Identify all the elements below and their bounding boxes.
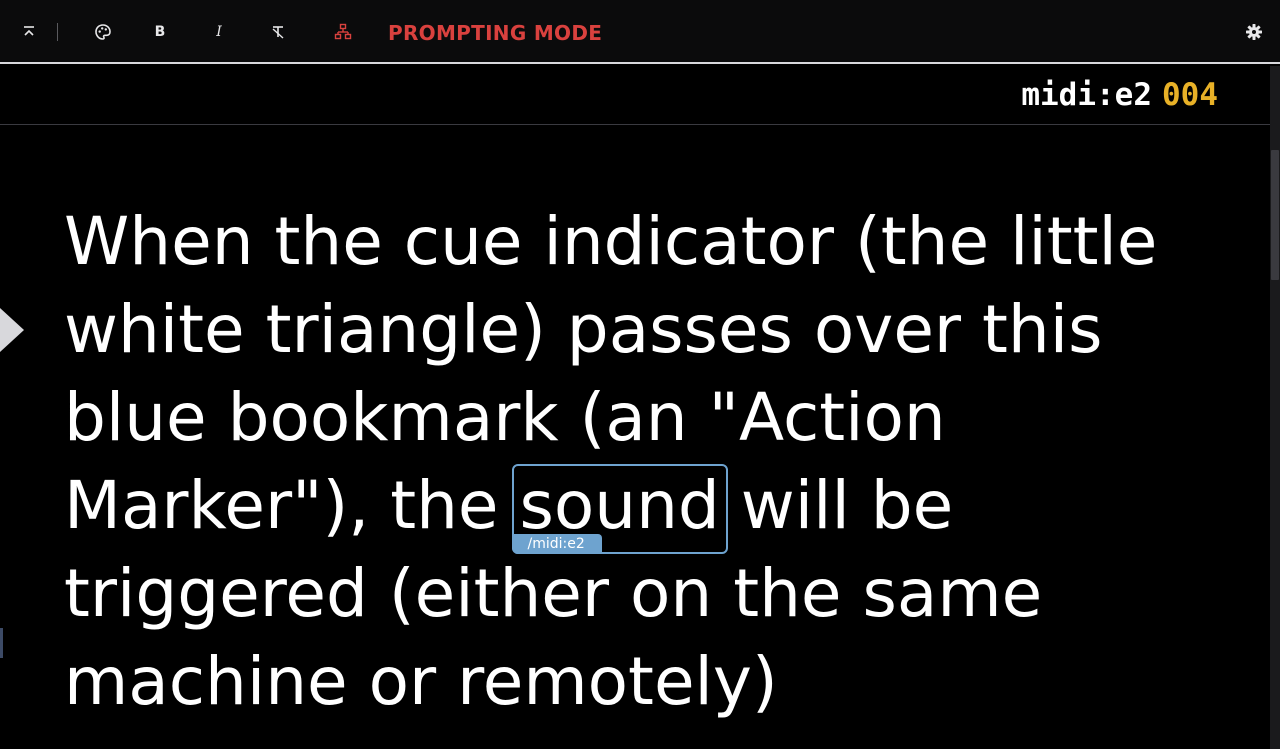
cue-header: midi:e2 004: [0, 66, 1270, 125]
cue-number: 004: [1162, 77, 1218, 113]
italic-label: I: [216, 24, 222, 40]
sitemap-icon[interactable]: [331, 20, 355, 44]
script-line: triggered (either on the same: [64, 555, 1043, 632]
action-marker[interactable]: sound/midi:e2: [511, 462, 728, 554]
clear-format-icon[interactable]: [266, 20, 290, 44]
bold-label: B: [154, 24, 166, 40]
cue-name: midi:e2: [1021, 77, 1152, 113]
palette-icon[interactable]: [91, 20, 115, 44]
toolbar: B I PROMPTING MODE: [0, 0, 1280, 64]
script-line: When the cue indicator (the little: [64, 203, 1158, 280]
script-text-segment: Marker"), the: [64, 467, 520, 544]
gear-icon[interactable]: [1242, 20, 1266, 44]
scrollbar[interactable]: [1270, 66, 1280, 749]
prompting-mode-label[interactable]: PROMPTING MODE: [388, 20, 602, 46]
collapse-top-icon[interactable]: [17, 20, 41, 44]
script-line: blue bookmark (an "Action: [64, 379, 946, 456]
action-marker-tag[interactable]: /midi:e2: [511, 534, 602, 554]
script-text[interactable]: When the cue indicator (the little white…: [64, 198, 1214, 726]
bold-icon[interactable]: B: [148, 20, 172, 44]
prompter-app: B I PROMPTING MODE midi:e2 004 When the …: [0, 0, 1280, 749]
script-line: machine or remotely): [64, 643, 778, 720]
scrollbar-thumb[interactable]: [1271, 150, 1279, 280]
italic-icon[interactable]: I: [207, 20, 231, 44]
toolbar-divider: [57, 23, 58, 41]
cue-id: midi:e2 004: [1021, 75, 1218, 115]
script-line: white triangle) passes over this: [64, 291, 1103, 368]
cue-indicator-triangle: [0, 308, 24, 352]
script-line: Marker"), the sound/midi:e2 will be: [64, 462, 1214, 554]
script-text-segment: will be: [719, 467, 954, 544]
cue-position-marker: [0, 628, 3, 658]
